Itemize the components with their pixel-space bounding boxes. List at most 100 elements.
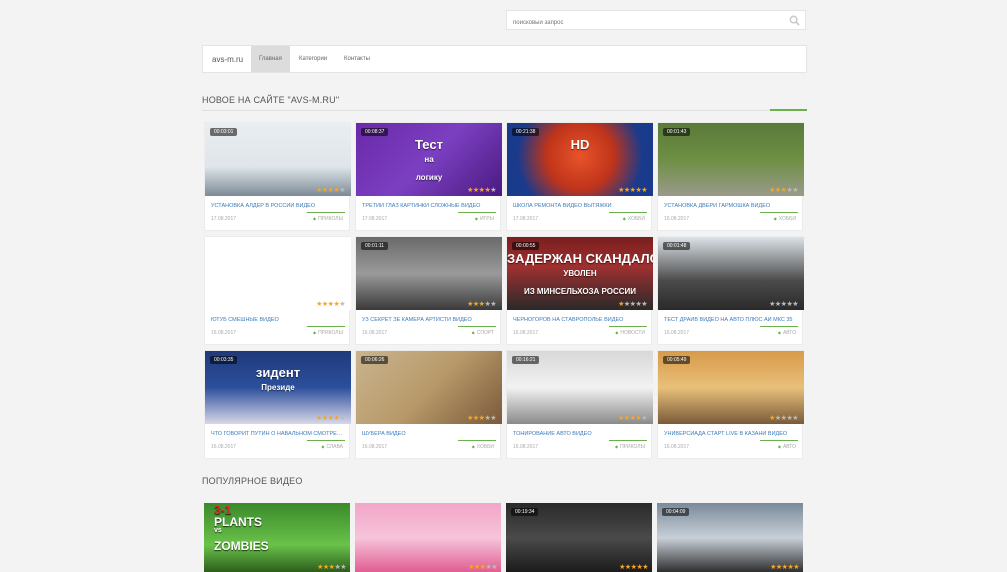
- video-card[interactable]: 00:01:43 ★★★★★ УСТАНОВКА ДВЕРИ ГАРМОШКА ВИ…: [657, 122, 804, 231]
- video-card[interactable]: 00:16:21 ★★★★★ ТОНИРОВАНИЕ АВТО ВИДЕО 16.08…: [506, 350, 653, 459]
- rating-stars[interactable]: ★★★★★: [467, 186, 496, 194]
- rating-stars[interactable]: ★★★★★: [317, 563, 346, 571]
- popular-video-card[interactable]: 3-1 PLANTS vs ZOMBIES ★★★★★: [204, 503, 350, 572]
- video-title[interactable]: ТОНИРОВАНИЕ АВТО ВИДЕО: [513, 431, 647, 437]
- video-date: 16.08.2017: [211, 444, 237, 450]
- duration-badge: 00:16:21: [512, 356, 540, 364]
- video-title[interactable]: УНИВЕРСИАДА СТАРТ LIVE В КАЗАНИ ВИДЕО: [664, 431, 798, 437]
- video-card[interactable]: 00:01:48 ★★★★★ ТЕСТ ДРАЙВ ВИДЕО НА АВТО ПЛ…: [657, 236, 804, 345]
- thumbnail-caption: ЗАДЕРЖАН СКАНДАЛОМ: [507, 251, 653, 266]
- video-date: 16.08.2017: [362, 330, 388, 336]
- accent-bar: [307, 326, 345, 327]
- duration-badge: 00:19:34: [511, 508, 539, 516]
- nav-item-home[interactable]: Главная: [251, 46, 290, 72]
- video-title[interactable]: ТРЕТИЙ ГЛАЗ КАРТИНКИ СЛОЖНЫЕ ВИДЕО: [362, 203, 496, 209]
- video-title[interactable]: ЮТУБ СМЕШНЫЕ ВИДЕО: [211, 317, 345, 323]
- video-card[interactable]: зидент Президе 00:03:35 ★★★★★ ЧТО ГОВОРИТ ПУ…: [204, 350, 351, 459]
- section-divider: [202, 109, 807, 111]
- accent-bar: [458, 212, 496, 213]
- video-category[interactable]: ХОББИ: [472, 444, 494, 450]
- video-title[interactable]: ШУБЕРА ВИДЕО: [362, 431, 496, 437]
- rating-stars[interactable]: ★★★★★: [769, 300, 798, 308]
- duration-badge: 00:08:37: [361, 128, 389, 136]
- rating-stars[interactable]: ★★★★★: [618, 414, 647, 422]
- main-nav: avs-m.ru Главная Категории Контакты: [202, 45, 807, 73]
- rating-stars[interactable]: ★★★★★: [770, 563, 799, 571]
- nav-item-categories[interactable]: Категории: [291, 46, 335, 72]
- thumbnail-caption: ИЗ МИНСЕЛЬХОЗА РОССИИ: [523, 287, 637, 296]
- video-title[interactable]: ШКОЛА РЕМОНТА ВИДЕО ВЫТЯЖКИ: [513, 203, 647, 209]
- video-title[interactable]: ЧТО ГОВОРИТ ПУТИН О НАВАЛЬНОМ СМОТРЕТЬ В…: [211, 431, 345, 437]
- section-title-popular: ПОПУЛЯРНОЕ ВИДЕО: [202, 476, 303, 486]
- video-card[interactable]: 00:03:01 ★★★★★ УСТАНОВКА АЛДЕР В РОССИИ ВИ…: [204, 122, 351, 231]
- video-title[interactable]: ЧЕРНОГОРОВ НА СТАВРОПОЛЬЕ ВИДЕО: [513, 317, 647, 323]
- rating-stars[interactable]: ★★★★★: [769, 414, 798, 422]
- thumbnail-caption: vs: [214, 527, 222, 534]
- video-card[interactable]: ЗАДЕРЖАН СКАНДАЛОМ УВОЛЕН ИЗ МИНСЕЛЬХОЗА Р…: [506, 236, 653, 345]
- video-date: 16.08.2017: [211, 330, 237, 336]
- video-title[interactable]: УЗ СЕКРЕТ ЗЕ КАМЕРА АРТИСТИ ВИДЕО: [362, 317, 496, 323]
- duration-badge: 00:01:43: [663, 128, 691, 136]
- video-category[interactable]: АВТО: [778, 330, 796, 336]
- duration-badge: 00:03:01: [210, 128, 238, 136]
- accent-bar: [760, 212, 798, 213]
- duration-badge: 00:21:38: [512, 128, 540, 136]
- rating-stars[interactable]: ★★★★★: [316, 186, 345, 194]
- accent-bar: [609, 326, 647, 327]
- video-category[interactable]: ХОББИ: [774, 216, 796, 222]
- video-title[interactable]: ТЕСТ ДРАЙВ ВИДЕО НА АВТО ПЛЮС АЙ МКС 35: [664, 317, 798, 323]
- video-category[interactable]: ИГРЫ: [475, 216, 494, 222]
- nav-item-contacts[interactable]: Контакты: [336, 46, 378, 72]
- video-category[interactable]: ХОББИ: [623, 216, 645, 222]
- video-card[interactable]: 00:05:49 ★★★★★ УНИВЕРСИАДА СТАРТ LIVE В КА…: [657, 350, 804, 459]
- duration-badge: 00:04:09: [662, 508, 690, 516]
- video-card[interactable]: HD 00:21:38 ★★★★★ ШКОЛА РЕМОНТА ВИДЕО ВЫТЯЖ…: [506, 122, 653, 231]
- duration-badge: 00:01:11: [361, 242, 389, 250]
- duration-badge: 00:01:48: [663, 242, 691, 250]
- rating-stars[interactable]: ★★★★★: [618, 186, 647, 194]
- thumbnail-caption: Тест: [415, 137, 443, 152]
- video-title[interactable]: УСТАНОВКА АЛДЕР В РОССИИ ВИДЕО: [211, 203, 345, 209]
- thumbnail-caption: ZOMBIES: [214, 539, 269, 553]
- thumbnail-caption: HD: [570, 137, 590, 152]
- thumbnail-caption: УВОЛЕН: [563, 269, 597, 278]
- video-card[interactable]: 00:01:11 ★★★★★ УЗ СЕКРЕТ ЗЕ КАМЕРА АРТИСТИ…: [355, 236, 502, 345]
- site-logo[interactable]: avs-m.ru: [212, 55, 243, 64]
- video-category[interactable]: ПРИКОЛЫ: [615, 444, 645, 450]
- popular-video-card[interactable]: 00:04:09 ★★★★★: [657, 503, 803, 572]
- popular-video-card[interactable]: 00:19:34 ★★★★★: [506, 503, 652, 572]
- video-category[interactable]: СЛАВА: [321, 444, 343, 450]
- video-category[interactable]: СПОРТ: [472, 330, 494, 336]
- duration-badge: 00:05:49: [663, 356, 691, 364]
- video-date: 16.08.2017: [513, 330, 539, 336]
- rating-stars[interactable]: ★★★★★: [619, 563, 648, 571]
- accent-bar: [307, 212, 345, 213]
- video-category[interactable]: ПРИКОЛЫ: [313, 216, 343, 222]
- video-card[interactable]: 00:06:26 ★★★★★ ШУБЕРА ВИДЕО 16.08.2017 ХОББИ: [355, 350, 502, 459]
- search-box: [506, 10, 806, 32]
- video-category[interactable]: ПРИКОЛЫ: [313, 330, 343, 336]
- search-input[interactable]: [507, 14, 777, 32]
- rating-stars[interactable]: ★★★★★: [618, 300, 647, 308]
- video-date: 16.08.2017: [664, 444, 690, 450]
- search-icon[interactable]: [789, 15, 800, 26]
- accent-bar: [609, 440, 647, 441]
- video-category[interactable]: НОВОСТИ: [615, 330, 645, 336]
- rating-stars[interactable]: ★★★★★: [769, 186, 798, 194]
- rating-stars[interactable]: ★★★★★: [467, 414, 496, 422]
- rating-stars[interactable]: ★★★★★: [467, 300, 496, 308]
- video-date: 16.08.2017: [362, 444, 388, 450]
- video-date: 17.08.2017: [362, 216, 388, 222]
- video-card[interactable]: Тест на логику 00:08:37 ★★★★★ ТРЕТИЙ ГЛАЗ КАР…: [355, 122, 502, 231]
- video-category[interactable]: АВТО: [778, 444, 796, 450]
- video-date: 16.08.2017: [513, 444, 539, 450]
- rating-stars[interactable]: ★★★★★: [468, 563, 497, 571]
- video-card[interactable]: ★★★★★ ЮТУБ СМЕШНЫЕ ВИДЕО 16.08.2017 ПРИКОЛЫ: [204, 236, 351, 345]
- thumbnail-caption: на: [424, 155, 434, 164]
- popular-video-card[interactable]: ★★★★★: [355, 503, 501, 572]
- video-title[interactable]: УСТАНОВКА ДВЕРИ ГАРМОШКА ВИДЕО: [664, 203, 798, 209]
- rating-stars[interactable]: ★★★★★: [316, 414, 345, 422]
- section-title-new: НОВОЕ НА САЙТЕ "AVS-M.RU": [202, 95, 340, 105]
- rating-stars[interactable]: ★★★★★: [316, 300, 345, 308]
- video-date: 16.08.2017: [664, 330, 690, 336]
